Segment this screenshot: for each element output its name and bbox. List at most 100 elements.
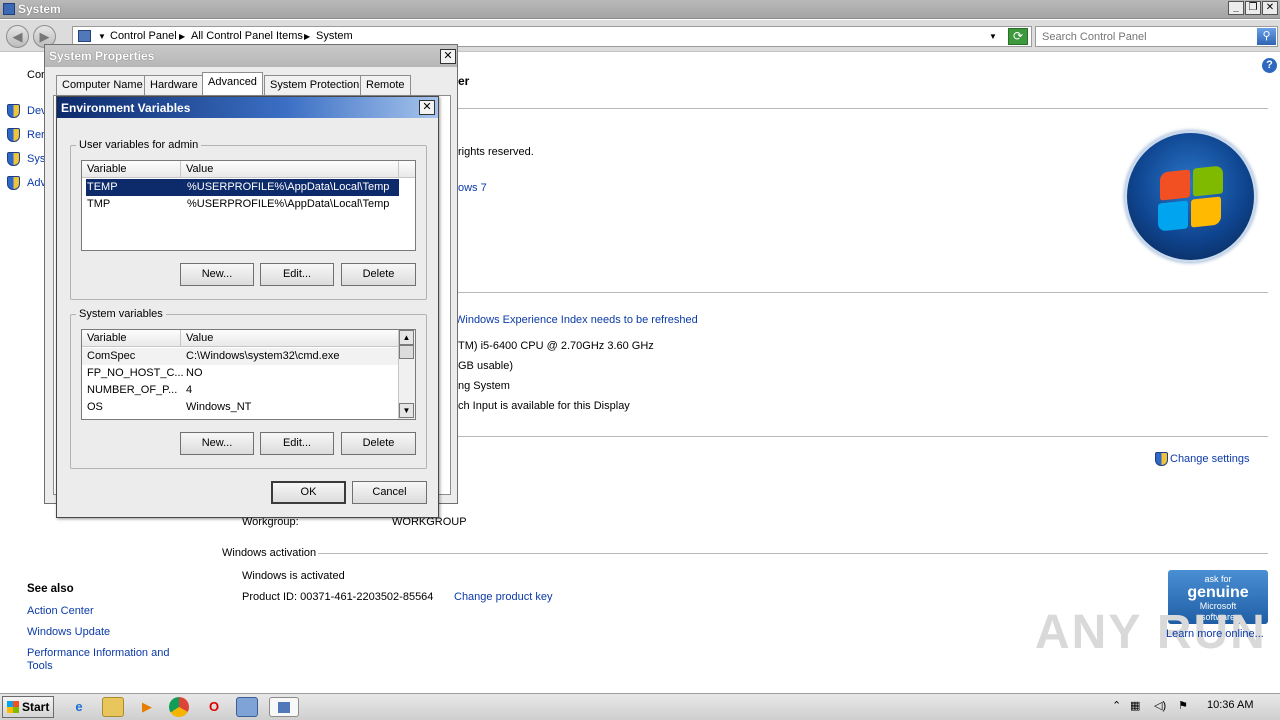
change-settings-link[interactable]: Change settings	[1170, 453, 1250, 465]
tab-system-protection[interactable]: System Protection	[264, 75, 366, 95]
refresh-button[interactable]: ⟳	[1008, 28, 1028, 45]
system-taskbar-button[interactable]	[269, 697, 299, 717]
column-variable[interactable]: Variable	[82, 330, 181, 347]
column-value[interactable]: Value	[181, 330, 398, 347]
scroll-thumb[interactable]	[399, 345, 414, 359]
breadcrumb-control-panel[interactable]: Control Panel	[110, 30, 177, 42]
show-hidden-icons[interactable]: ⌃	[1112, 699, 1121, 712]
windows-logo	[1125, 131, 1256, 262]
file-explorer-icon[interactable]	[102, 697, 124, 717]
close-button[interactable]: ✕	[419, 100, 435, 115]
tab-hardware[interactable]: Hardware	[144, 75, 204, 95]
refresh-icon: ⟳	[1012, 29, 1024, 43]
shield-icon	[1155, 452, 1168, 466]
activation-status: Windows is activated	[242, 570, 345, 582]
opera-icon[interactable]: O	[203, 697, 225, 717]
system-edit-button[interactable]: Edit...	[260, 432, 334, 455]
media-player-icon[interactable]: ▶	[136, 697, 158, 717]
system-type-value: ng System	[458, 380, 510, 392]
system-new-button[interactable]: New...	[180, 432, 254, 455]
scroll-up-icon[interactable]: ▲	[399, 330, 414, 345]
clock[interactable]: 10:36 AM	[1207, 699, 1253, 711]
address-dropdown-icon[interactable]: ▼	[989, 32, 997, 41]
tab-advanced[interactable]: Advanced	[202, 72, 263, 96]
help-icon[interactable]: ?	[1262, 58, 1277, 73]
performance-info-link[interactable]: Performance Information and Tools	[27, 647, 182, 673]
dialog-title: System Properties	[49, 49, 155, 63]
table-row[interactable]: OS Windows_NT	[82, 399, 398, 416]
page-heading: er	[458, 74, 470, 88]
chrome-icon[interactable]	[169, 697, 189, 717]
user-edit-button[interactable]: Edit...	[260, 263, 334, 286]
column-value[interactable]: Value	[181, 161, 399, 178]
see-also-title: See also	[27, 583, 74, 595]
section-divider	[318, 553, 1268, 554]
table-row[interactable]: TMP %USERPROFILE%\AppData\Local\Temp	[86, 196, 399, 213]
scroll-down-icon[interactable]: ▼	[399, 403, 414, 418]
system-app-icon	[3, 3, 15, 15]
volume-icon[interactable]: ◁)	[1154, 699, 1166, 712]
vertical-scrollbar[interactable]: ▲ ▼	[398, 330, 415, 419]
start-button[interactable]: Start	[2, 696, 54, 718]
taskbar: Start e ▶ O ⌃ ▦ ◁) ⚑ 10:36 AM	[0, 693, 1280, 720]
ok-button[interactable]: OK	[271, 481, 346, 504]
change-product-key-link[interactable]: Change product key	[454, 591, 552, 603]
minimize-button[interactable]: _	[1228, 1, 1244, 15]
control-panel-home-link[interactable]: Cor	[27, 69, 45, 81]
product-id: Product ID: 00371-461-2203502-85564	[242, 591, 434, 603]
column-variable[interactable]: Variable	[82, 161, 181, 178]
system-protection-link[interactable]: Sys	[27, 153, 45, 165]
action-center-flag-icon[interactable]: ⚑	[1178, 699, 1188, 712]
search-input[interactable]	[1036, 27, 1256, 46]
user-new-button[interactable]: New...	[180, 263, 254, 286]
processor-value: TM) i5-6400 CPU @ 2.70GHz 3.60 GHz	[458, 340, 654, 352]
cancel-button[interactable]: Cancel	[352, 481, 427, 504]
windows-edition-link[interactable]: ows 7	[458, 182, 487, 194]
shield-icon	[7, 104, 20, 118]
dialog-titlebar: Environment Variables	[57, 97, 438, 118]
activation-header: Windows activation	[222, 547, 317, 559]
remote-settings-link[interactable]: Rer	[27, 129, 45, 141]
window-titlebar: System _ ❐ ✕	[0, 0, 1280, 19]
breadcrumb-all-items[interactable]: All Control Panel Items	[191, 30, 303, 42]
shield-icon	[7, 128, 20, 142]
system-variables-label: System variables	[76, 308, 166, 320]
breadcrumb-system[interactable]: System	[316, 30, 353, 42]
internet-explorer-icon[interactable]: e	[68, 697, 90, 717]
table-row[interactable]: ComSpec C:\Windows\system32\cmd.exe	[82, 348, 398, 365]
search-box[interactable]: ⚲	[1035, 26, 1278, 47]
breadcrumb-chevron-icon[interactable]: ▶	[304, 32, 310, 41]
section-divider	[458, 292, 1268, 293]
dialog-titlebar: System Properties	[45, 45, 457, 67]
breadcrumb-chevron-icon[interactable]: ▶	[179, 32, 185, 41]
system-delete-button[interactable]: Delete	[341, 432, 416, 455]
back-button[interactable]: ◀	[6, 25, 29, 48]
table-row[interactable]: NUMBER_OF_P... 4	[82, 382, 398, 399]
pen-touch-value: ch Input is available for this Display	[458, 400, 630, 412]
tab-computer-name[interactable]: Computer Name	[56, 75, 149, 95]
section-divider	[458, 436, 1268, 437]
user-variables-list[interactable]: Variable Value TEMP %USERPROFILE%\AppDat…	[81, 160, 416, 251]
table-row[interactable]: FP_NO_HOST_C... NO	[82, 365, 398, 382]
windows-update-link[interactable]: Windows Update	[27, 626, 110, 638]
learn-more-link[interactable]: Learn more online...	[1166, 628, 1264, 640]
network-icon[interactable]: ▦	[1130, 699, 1140, 712]
dialog-title: Environment Variables	[61, 101, 191, 115]
user-variables-label: User variables for admin	[76, 139, 202, 151]
table-row[interactable]: TEMP %USERPROFILE%\AppData\Local\Temp	[86, 179, 399, 196]
system-variables-list[interactable]: Variable Value ComSpec C:\Windows\system…	[81, 329, 416, 420]
shield-icon	[7, 176, 20, 190]
close-button[interactable]: ✕	[440, 49, 456, 64]
maximize-button[interactable]: ❐	[1245, 1, 1261, 15]
user-delete-button[interactable]: Delete	[341, 263, 416, 286]
experience-index-link[interactable]: Windows Experience Index needs to be ref…	[455, 314, 698, 326]
search-icon[interactable]: ⚲	[1257, 28, 1276, 45]
tab-remote[interactable]: Remote	[360, 75, 411, 95]
close-button[interactable]: ✕	[1262, 1, 1278, 15]
list-header: Variable Value	[82, 330, 398, 347]
breadcrumb-chevron-icon[interactable]: ▼	[98, 32, 106, 41]
shield-icon	[7, 152, 20, 166]
action-center-link[interactable]: Action Center	[27, 605, 94, 617]
remote-desktop-icon[interactable]	[236, 697, 258, 717]
forward-arrow-icon: ▶	[39, 29, 50, 44]
